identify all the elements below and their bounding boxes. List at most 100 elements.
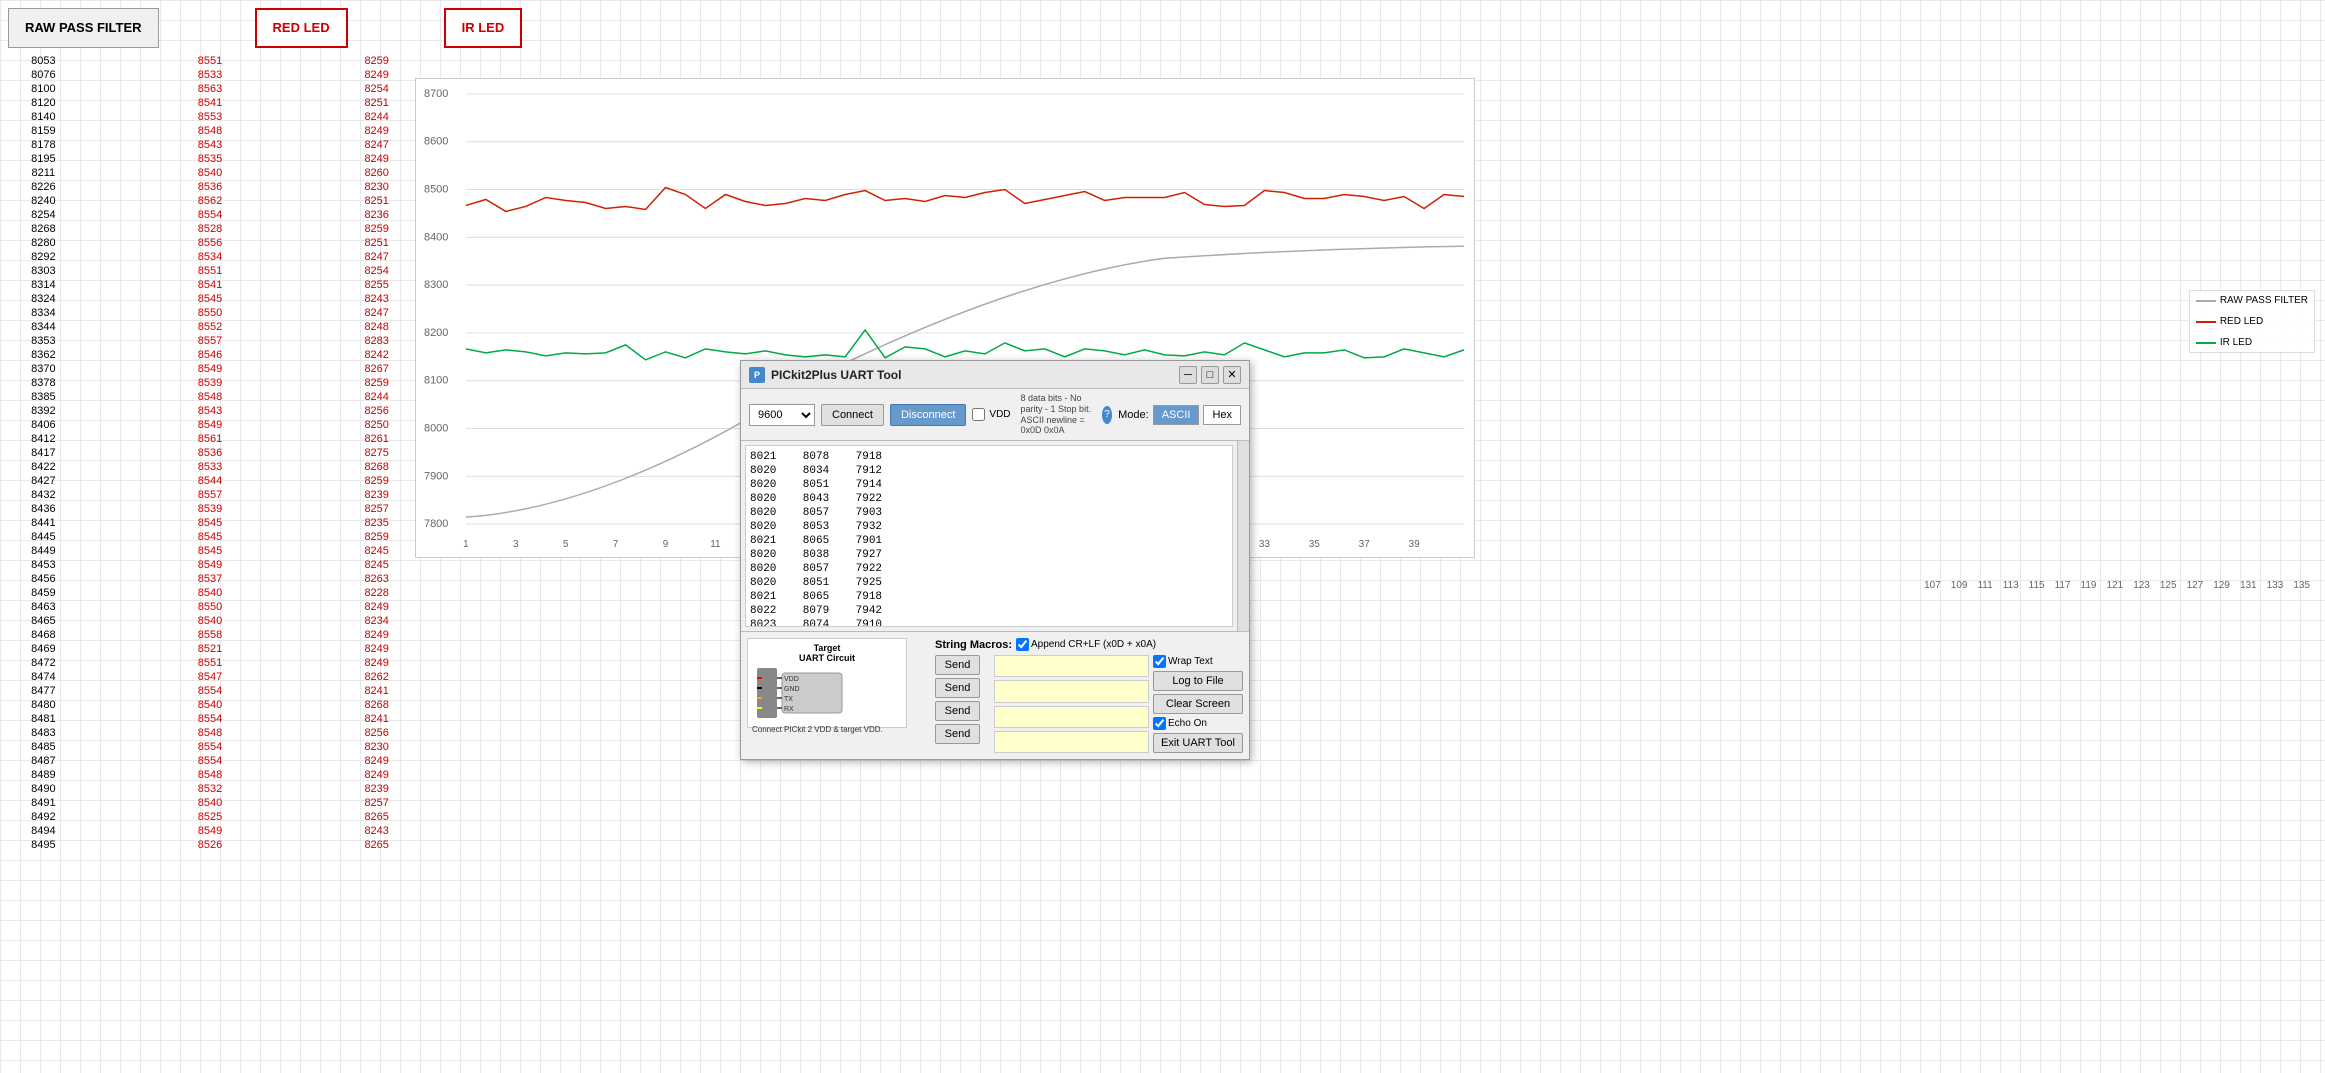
table-row: 8178 xyxy=(0,139,87,152)
list-item: 8020 8051 7925 xyxy=(750,576,1228,590)
table-row: 8548 xyxy=(167,769,254,782)
svg-text:8300: 8300 xyxy=(424,279,448,291)
table-row: 8472 xyxy=(0,657,87,670)
table-row: 8256 xyxy=(333,405,420,418)
log-to-file-button[interactable]: Log to File xyxy=(1153,671,1243,691)
table-row: 8526 xyxy=(167,839,254,852)
svg-text:8000: 8000 xyxy=(424,423,448,435)
table-row: 8547 xyxy=(167,671,254,684)
uart-scrollbar[interactable] xyxy=(1237,441,1249,631)
raw-values: 8053807681008120814081598178819582118226… xyxy=(0,55,87,852)
table-row: 8489 xyxy=(0,769,87,782)
table-row: 8344 xyxy=(0,321,87,334)
svg-text:5: 5 xyxy=(563,539,569,550)
table-row: 8251 xyxy=(333,237,420,250)
minimize-button[interactable]: ─ xyxy=(1179,366,1197,384)
baud-select[interactable]: 9600 19200 115200 xyxy=(749,404,815,426)
echo-checkbox-label[interactable]: Echo On xyxy=(1153,717,1243,730)
append-checkbox[interactable] xyxy=(1016,638,1029,651)
window-controls[interactable]: ─ □ ✕ xyxy=(1179,366,1241,384)
table-row: 8240 xyxy=(0,195,87,208)
send-button-1[interactable]: Send xyxy=(935,655,980,675)
list-item: 8020 8057 7922 xyxy=(750,562,1228,576)
table-row: 8549 xyxy=(167,825,254,838)
append-checkbox-label[interactable]: Append CR+LF (x0D + x0A) xyxy=(1016,638,1156,651)
macro-input-3[interactable] xyxy=(994,706,1149,728)
table-row: 8536 xyxy=(167,447,254,460)
table-row: 8491 xyxy=(0,797,87,810)
table-row: 8546 xyxy=(167,349,254,362)
table-row: 8554 xyxy=(167,209,254,222)
uart-window: P PICkit2Plus UART Tool ─ □ ✕ 9600 19200… xyxy=(740,360,1250,760)
table-row: 8459 xyxy=(0,587,87,600)
table-row: 8256 xyxy=(333,727,420,740)
table-row: 8362 xyxy=(0,349,87,362)
table-row: 8249 xyxy=(333,769,420,782)
uart-circuit-area: TargetUART Circuit VDD GND TX RX xyxy=(741,632,929,759)
svg-text:8400: 8400 xyxy=(424,231,448,243)
table-row: 8230 xyxy=(333,181,420,194)
wrap-checkbox-label[interactable]: Wrap Text xyxy=(1153,655,1243,668)
table-row: 8334 xyxy=(0,307,87,320)
table-row: 8245 xyxy=(333,559,420,572)
macro-input-4[interactable] xyxy=(994,731,1149,753)
table-row: 8268 xyxy=(333,461,420,474)
svg-text:37: 37 xyxy=(1359,539,1371,550)
table-row: 8422 xyxy=(0,461,87,474)
table-row: 8533 xyxy=(167,461,254,474)
table-row: 8483 xyxy=(0,727,87,740)
uart-macros: String Macros: Append CR+LF (x0D + x0A) … xyxy=(929,632,1249,759)
table-row: 8557 xyxy=(167,335,254,348)
table-row: 8545 xyxy=(167,545,254,558)
help-button[interactable]: ? xyxy=(1102,406,1112,424)
exit-uart-button[interactable]: Exit UART Tool xyxy=(1153,733,1243,753)
list-item: 8020 8034 7912 xyxy=(750,464,1228,478)
table-row: 8545 xyxy=(167,293,254,306)
clear-screen-button[interactable]: Clear Screen xyxy=(1153,694,1243,714)
uart-info: 8 data bits - No parity - 1 Stop bit. AS… xyxy=(1021,393,1096,436)
send-button-3[interactable]: Send xyxy=(935,701,980,721)
table-row: 8251 xyxy=(333,97,420,110)
table-row: 8392 xyxy=(0,405,87,418)
table-row: 8248 xyxy=(333,321,420,334)
table-row: 8249 xyxy=(333,755,420,768)
table-row: 8261 xyxy=(333,433,420,446)
echo-checkbox[interactable] xyxy=(1153,717,1166,730)
uart-output[interactable]: 8021 8078 79188020 8034 79128020 8051 79… xyxy=(745,445,1233,627)
macro-input-1[interactable] xyxy=(994,655,1149,677)
table-row: 8235 xyxy=(333,517,420,530)
list-item: 8021 8065 7918 xyxy=(750,590,1228,604)
vdd-checkbox[interactable] xyxy=(972,408,985,421)
table-row: 8550 xyxy=(167,601,254,614)
maximize-button[interactable]: □ xyxy=(1201,366,1219,384)
table-row: 8230 xyxy=(333,741,420,754)
table-row: 8249 xyxy=(333,629,420,642)
vdd-checkbox-group[interactable]: VDD xyxy=(972,408,1010,421)
disconnect-button[interactable]: Disconnect xyxy=(890,404,966,426)
svg-text:39: 39 xyxy=(1409,539,1421,550)
connect-button[interactable]: Connect xyxy=(821,404,884,426)
macro-input-2[interactable] xyxy=(994,680,1149,702)
table-row: 8432 xyxy=(0,489,87,502)
send-button-4[interactable]: Send xyxy=(935,724,980,744)
table-row: 8465 xyxy=(0,615,87,628)
table-row: 8537 xyxy=(167,573,254,586)
wrap-checkbox[interactable] xyxy=(1153,655,1166,668)
ascii-mode-button[interactable]: ASCII xyxy=(1153,405,1200,425)
svg-text:1: 1 xyxy=(463,539,469,550)
table-row: 8487 xyxy=(0,755,87,768)
table-row: 8242 xyxy=(333,349,420,362)
send-button-2[interactable]: Send xyxy=(935,678,980,698)
table-row: 8554 xyxy=(167,713,254,726)
close-button[interactable]: ✕ xyxy=(1223,366,1241,384)
table-row: 8249 xyxy=(333,657,420,670)
table-row: 8249 xyxy=(333,125,420,138)
table-row: 8445 xyxy=(0,531,87,544)
table-row: 8211 xyxy=(0,167,87,180)
table-row: 8378 xyxy=(0,377,87,390)
table-row: 8556 xyxy=(167,237,254,250)
table-row: 8100 xyxy=(0,83,87,96)
table-row: 8533 xyxy=(167,69,254,82)
hex-mode-button[interactable]: Hex xyxy=(1203,405,1241,425)
data-columns: 8053807681008120814081598178819582118226… xyxy=(0,55,420,1073)
